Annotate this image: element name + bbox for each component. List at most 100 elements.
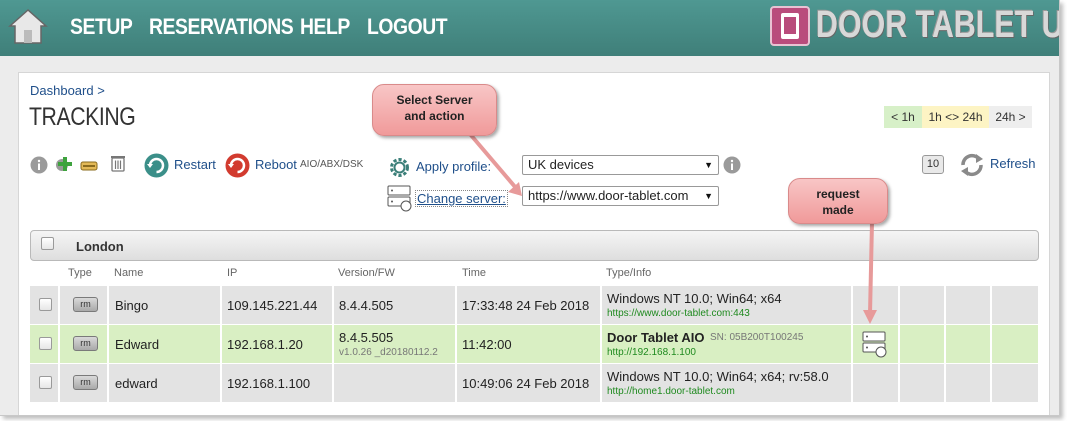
nav-reservations[interactable]: RESERVATIONS <box>149 14 294 40</box>
device-model: Door Tablet AIO <box>607 330 705 345</box>
apply-profile-link[interactable]: Apply profile: <box>416 159 491 174</box>
cell-ip: 109.145.221.44 <box>222 286 334 324</box>
cell-extra <box>946 364 992 402</box>
logo-text: DOOR TABLET UI <box>816 4 1060 46</box>
column-header-version: Version/FW <box>338 267 395 279</box>
cell-select <box>30 325 60 363</box>
cell-name: Edward <box>109 325 222 363</box>
cell-extra <box>992 364 1038 402</box>
cell-extra <box>900 325 946 363</box>
cell-extra <box>946 325 992 363</box>
device-name: Edward <box>115 337 160 352</box>
cell-extra <box>992 325 1038 363</box>
count-badge[interactable]: 10 <box>922 155 944 174</box>
profile-select[interactable]: UK devices ▼ <box>522 155 719 175</box>
breadcrumb[interactable]: Dashboard > <box>30 83 105 98</box>
cell-version: 8.4.5.505 v1.0.26 _d20180112.2 <box>334 325 457 363</box>
restart-label: Restart <box>174 157 216 172</box>
reboot-icon <box>225 153 250 178</box>
group-checkbox[interactable] <box>41 237 54 250</box>
refresh-button[interactable]: Refresh <box>958 151 1038 179</box>
cell-version: 8.4.4.505 <box>334 286 457 324</box>
tracking-panel: Dashboard > TRACKING < 1h 1h <> 24h 24h … <box>18 72 1050 415</box>
filter-1h-24h[interactable]: 1h <> 24h <box>922 106 989 128</box>
table-row[interactable]: rm Bingo 109.145.221.44 8.4.4.505 17:33:… <box>30 286 1038 324</box>
add-icon[interactable] <box>55 155 73 173</box>
edit-icon[interactable] <box>80 157 98 175</box>
delete-icon[interactable] <box>109 154 127 172</box>
group-name: London <box>76 239 124 254</box>
info-icon[interactable] <box>30 156 48 174</box>
cell-time: 10:49:06 24 Feb 2018 <box>457 364 602 402</box>
row-checkbox[interactable] <box>39 376 52 389</box>
device-ip: 192.168.1.100 <box>227 376 311 391</box>
group-header-london[interactable]: London <box>30 230 1039 261</box>
device-time: 17:33:48 24 Feb 2018 <box>462 298 590 313</box>
cell-name: edward <box>109 364 222 402</box>
gear-icon[interactable] <box>387 155 412 180</box>
device-name: Bingo <box>115 298 149 313</box>
chevron-down-icon: ▼ <box>704 191 713 201</box>
home-icon[interactable] <box>8 8 48 46</box>
device-ip: 109.145.221.44 <box>227 298 318 313</box>
device-serial: SN: 05B200T100245 <box>710 332 804 343</box>
device-ip: 192.168.1.20 <box>227 337 303 352</box>
cell-info: Windows NT 10.0; Win64; x64; rv:58.0 htt… <box>602 364 853 402</box>
cell-action <box>853 325 900 363</box>
cell-type: rm <box>60 325 109 363</box>
device-url[interactable]: https://www.door-tablet.com:443 <box>607 308 750 319</box>
reboot-suffix: AIO/ABX/DSK <box>300 159 364 170</box>
row-checkbox[interactable] <box>39 298 52 311</box>
cell-extra <box>992 286 1038 324</box>
row-checkbox[interactable] <box>39 337 52 350</box>
cell-extra <box>900 286 946 324</box>
cell-type: rm <box>60 364 109 402</box>
device-url[interactable]: http://192.168.1.100 <box>607 347 696 358</box>
cell-select <box>30 286 60 324</box>
brand-logo: DOOR TABLET UI <box>770 4 1059 50</box>
callout-line: and action <box>404 109 465 123</box>
cell-time: 11:42:00 <box>457 325 602 363</box>
change-server-link[interactable]: Change server: <box>415 190 508 207</box>
cell-action <box>853 286 900 324</box>
callout-line: made <box>822 203 854 217</box>
chevron-down-icon: ▼ <box>704 160 713 170</box>
device-time: 11:42:00 <box>462 337 512 352</box>
refresh-label: Refresh <box>990 156 1036 171</box>
callout-select-server: Select Server and action <box>372 84 497 136</box>
server-icon[interactable] <box>386 184 414 212</box>
server-select-value: https://www.door-tablet.com <box>528 188 689 203</box>
nav-logout[interactable]: LOGOUT <box>367 14 448 40</box>
cell-info: Windows NT 10.0; Win64; x64 https://www.… <box>602 286 853 324</box>
cell-info: Door Tablet AIO SN: 05B200T100245 http:/… <box>602 325 853 363</box>
column-header-name: Name <box>114 267 144 279</box>
device-time: 10:49:06 24 Feb 2018 <box>462 376 590 391</box>
device-version: 8.4.4.505 <box>339 298 394 313</box>
device-os-info: Windows NT 10.0; Win64; x64; rv:58.0 <box>607 369 829 384</box>
device-url[interactable]: http://home1.door-tablet.com <box>607 386 735 397</box>
cell-type: rm <box>60 286 109 324</box>
device-os-info: Windows NT 10.0; Win64; x64 <box>607 291 782 306</box>
profile-info-icon[interactable] <box>723 156 741 174</box>
server-request-icon[interactable] <box>861 330 889 358</box>
cell-extra <box>946 286 992 324</box>
type-badge: rm <box>73 297 98 312</box>
refresh-icon <box>961 153 983 177</box>
column-header-type: Type <box>68 267 92 279</box>
table-row[interactable]: rm Edward 192.168.1.20 8.4.5.505 v1.0.26… <box>30 325 1038 363</box>
callout-line: request <box>816 187 860 201</box>
filter-less-1h[interactable]: < 1h <box>884 106 922 128</box>
device-firmware: v1.0.26 _d20180112.2 <box>339 347 438 358</box>
column-header-type-info: Type/Info <box>606 267 652 279</box>
nav-help[interactable]: HELP <box>300 14 350 40</box>
cell-time: 17:33:48 24 Feb 2018 <box>457 286 602 324</box>
filter-more-24h[interactable]: 24h > <box>989 106 1032 128</box>
nav-setup[interactable]: SETUP <box>70 14 133 40</box>
cell-select <box>30 364 60 402</box>
callout-request-made: request made <box>788 178 888 224</box>
server-select[interactable]: https://www.door-tablet.com ▼ <box>522 186 719 206</box>
type-badge: rm <box>73 375 98 390</box>
table-row[interactable]: rm edward 192.168.1.100 10:49:06 24 Feb … <box>30 364 1038 402</box>
callout-line: Select Server <box>396 93 473 107</box>
cell-version <box>334 364 457 402</box>
